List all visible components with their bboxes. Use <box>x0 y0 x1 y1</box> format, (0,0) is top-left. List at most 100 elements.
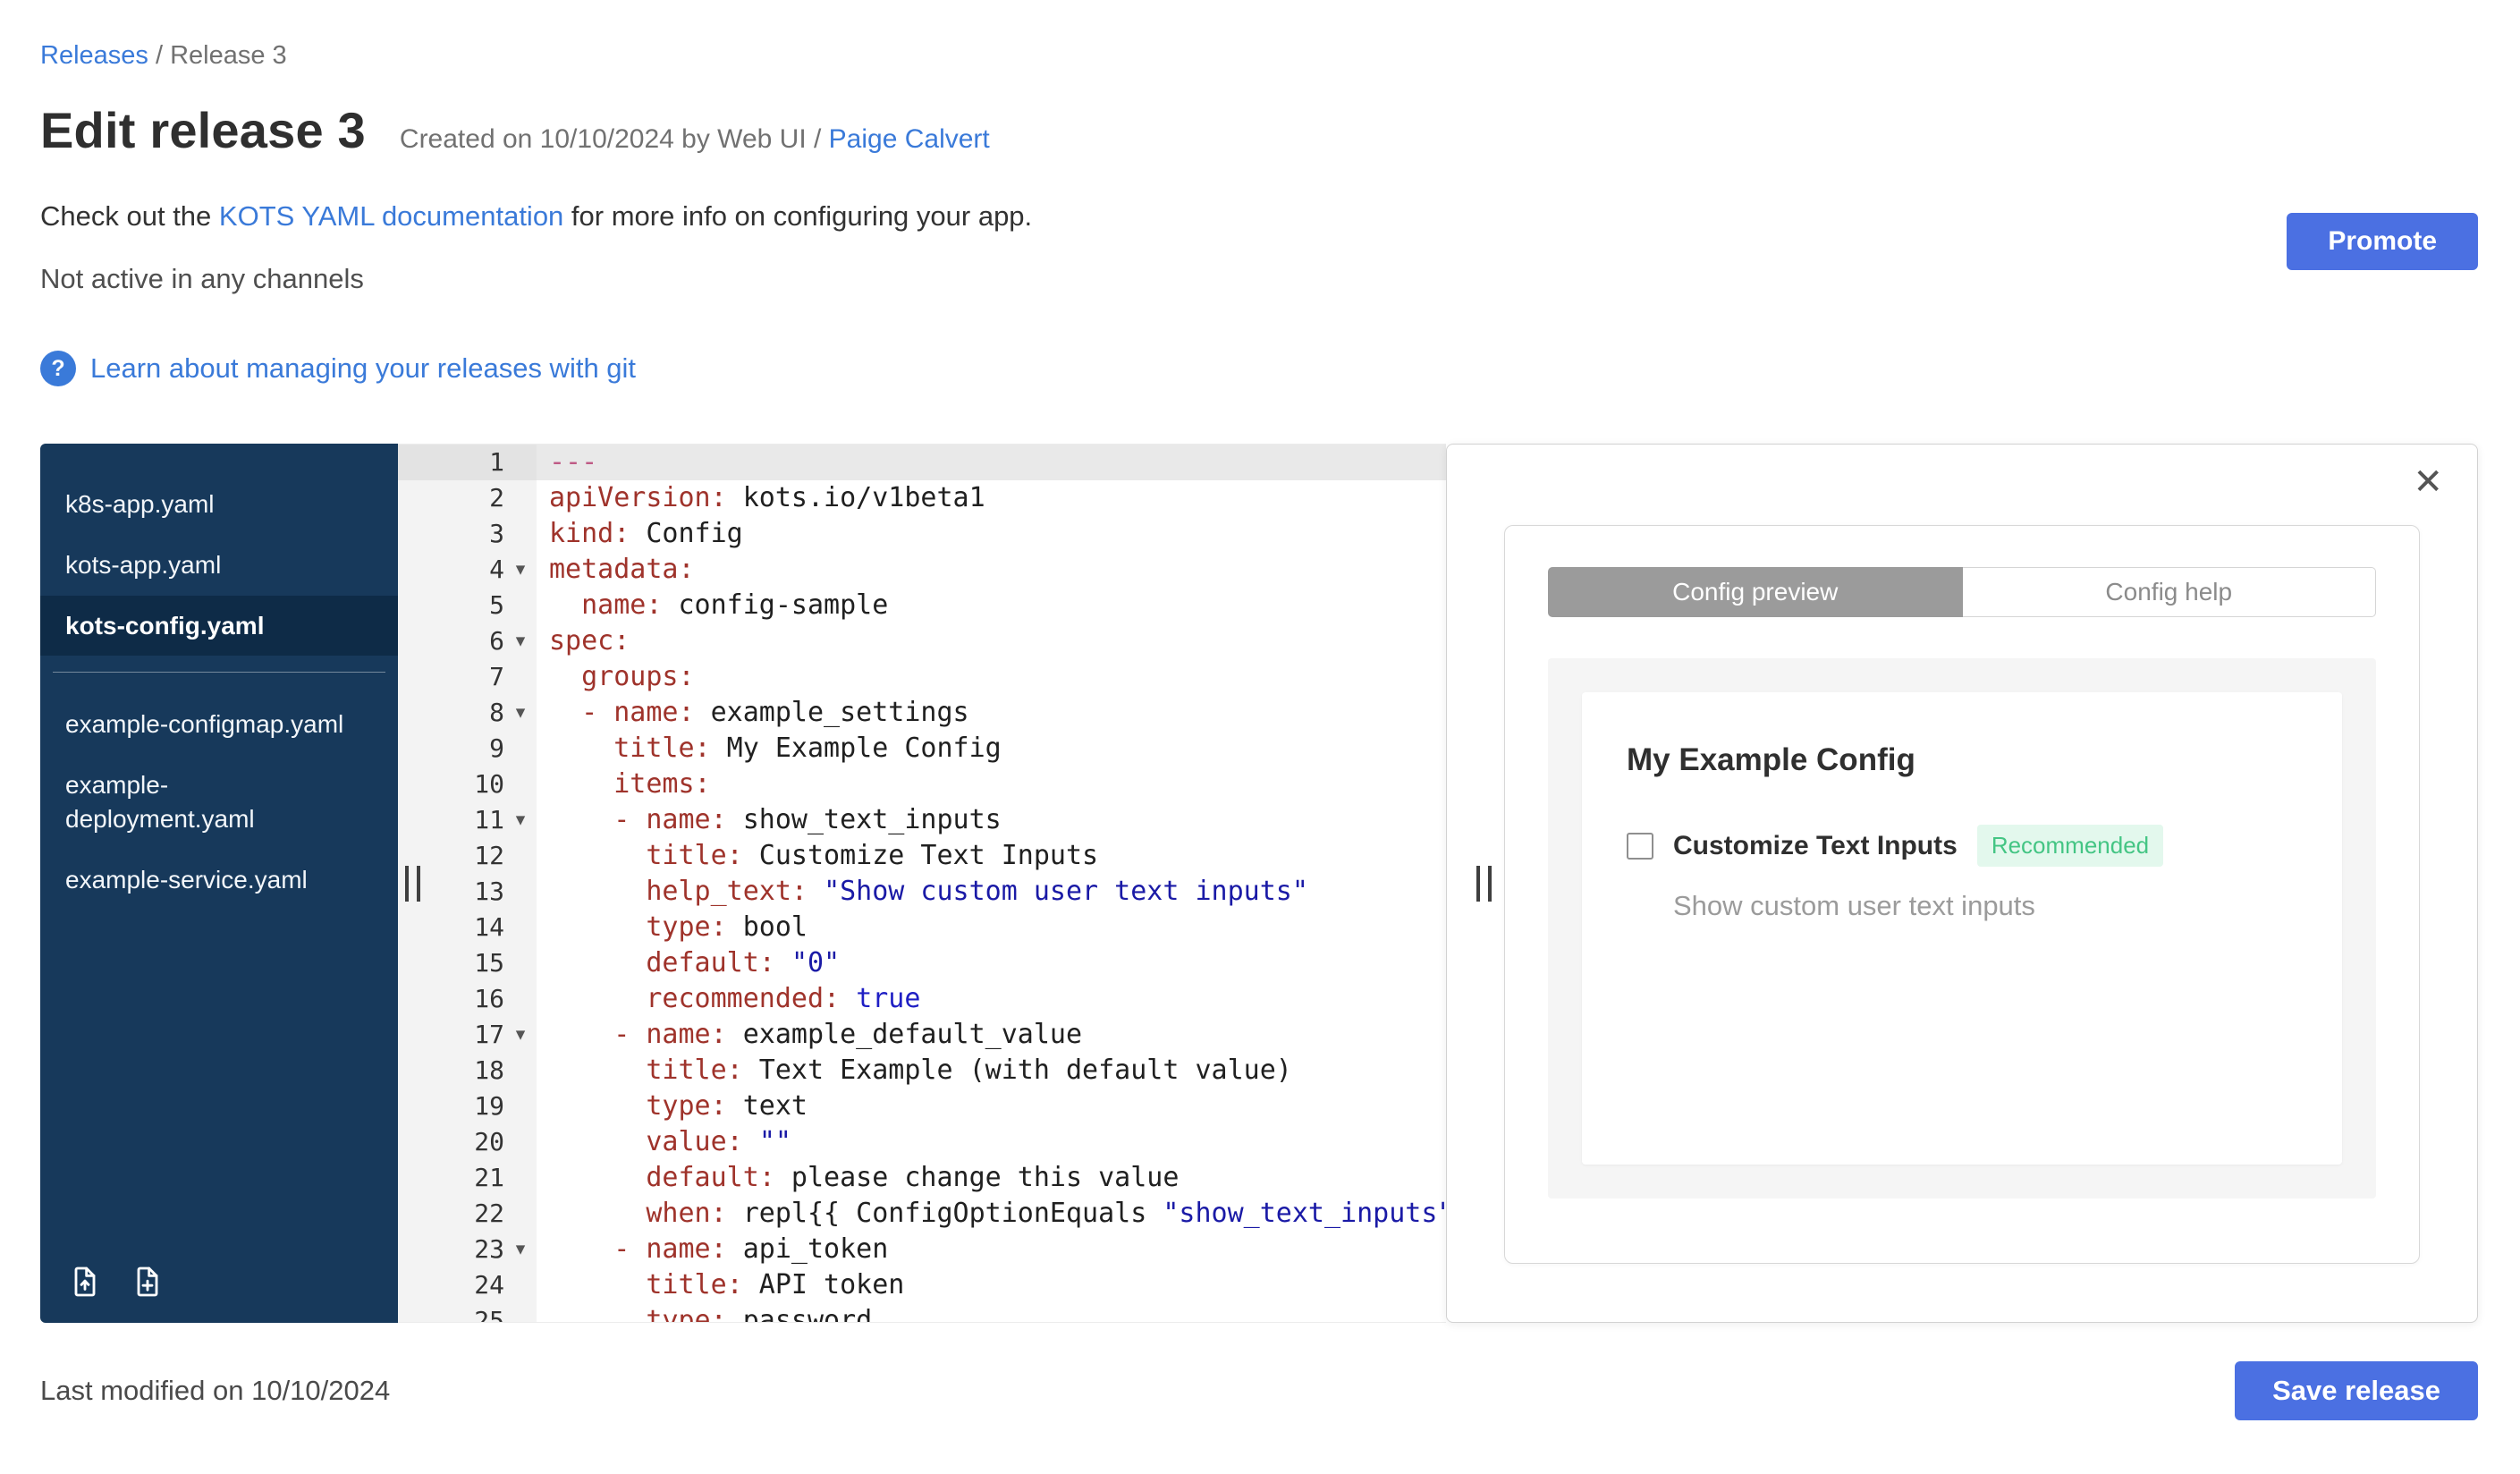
code-line-10[interactable]: 10 items: <box>398 767 1446 802</box>
code-line-8[interactable]: 8 ▾ - name: example_settings <box>398 695 1446 731</box>
config-group-title: My Example Config <box>1627 742 1915 777</box>
git-help-link[interactable]: Learn about managing your releases with … <box>90 352 636 385</box>
last-modified: Last modified on 10/10/2024 <box>40 1375 391 1406</box>
file-list-divider <box>53 672 385 673</box>
config-preview-canvas: My Example Config Customize Text Inputs … <box>1548 658 2376 1199</box>
title-row: Edit release 3 Created on 10/10/2024 by … <box>40 101 2478 159</box>
docs-suffix: for more info on configuring your app. <box>563 200 1033 232</box>
fold-arrow-icon[interactable]: ▾ <box>504 623 537 659</box>
gutter-line-18: 18 <box>398 1053 537 1089</box>
file-item-k8s-app.yaml[interactable]: k8s-app.yaml <box>40 474 398 535</box>
new-file-icon[interactable] <box>130 1264 165 1300</box>
gutter-line-8: 8 ▾ <box>398 695 537 731</box>
fold-arrow-icon[interactable]: ▾ <box>504 1232 537 1267</box>
breadcrumb-releases-link[interactable]: Releases <box>40 41 148 70</box>
code-line-24[interactable]: 24 title: API token <box>398 1267 1446 1303</box>
code-line-15[interactable]: 15 default: "0" <box>398 945 1446 981</box>
code-line-13[interactable]: 13 help_text: "Show custom user text inp… <box>398 874 1446 910</box>
fold-arrow-icon[interactable]: ▾ <box>504 1017 537 1053</box>
code-line-7[interactable]: 7 groups: <box>398 659 1446 695</box>
code-line-20[interactable]: 20 value: "" <box>398 1124 1446 1160</box>
code-line-16[interactable]: 16 recommended: true <box>398 981 1446 1017</box>
preview-tabs: Config preview Config help <box>1548 567 2376 617</box>
gutter-line-9: 9 <box>398 731 537 767</box>
code-line-25[interactable]: 25 type: password <box>398 1303 1446 1322</box>
file-item-example-configmap.yaml[interactable]: example-configmap.yaml <box>40 694 398 755</box>
sidebar-actions <box>67 1264 165 1300</box>
gutter-line-2: 2 <box>398 480 537 516</box>
fold-arrow-icon[interactable]: ▾ <box>504 802 537 838</box>
release-editor-page: Releases / Release 3 Edit release 3 Crea… <box>0 0 2520 1459</box>
code-line-4[interactable]: 4 ▾ metadata: <box>398 552 1446 588</box>
file-list-bottom: example-configmap.yaml example-deployment… <box>40 694 398 910</box>
code-line-2[interactable]: 2 apiVersion: kots.io/v1beta1 <box>398 480 1446 516</box>
created-text: Created on 10/10/2024 by Web UI / <box>399 124 829 154</box>
question-icon: ? <box>40 351 76 386</box>
gutter-line-16: 16 <box>398 981 537 1017</box>
file-item-example-deployment.yaml[interactable]: example-deployment.yaml <box>40 755 398 850</box>
fold-arrow-icon[interactable]: ▾ <box>504 552 537 588</box>
code-line-1[interactable]: 1 --- <box>398 445 1446 480</box>
code-line-17[interactable]: 17 ▾ - name: example_default_value <box>398 1017 1446 1053</box>
file-item-example-service.yaml[interactable]: example-service.yaml <box>40 850 398 911</box>
code-line-9[interactable]: 9 title: My Example Config <box>398 731 1446 767</box>
docs-line: Check out the KOTS YAML documentation fo… <box>40 200 2478 233</box>
docs-prefix: Check out the <box>40 200 219 232</box>
code-line-11[interactable]: 11 ▾ - name: show_text_inputs <box>398 802 1446 838</box>
code-line-3[interactable]: 3 kind: Config <box>398 516 1446 552</box>
yaml-editor[interactable]: 1 --- 2 apiVersion: kots.io/v1beta1 3 kind: C… <box>398 444 1446 1323</box>
config-item-row: Customize Text Inputs Recommended <box>1627 825 2297 867</box>
gutter-line-19: 19 <box>398 1089 537 1124</box>
channel-status: Not active in any channels <box>40 263 364 294</box>
release-editor: k8s-app.yaml kots-app.yaml kots-config.yam… <box>40 444 2478 1323</box>
upload-file-icon[interactable] <box>67 1264 103 1300</box>
code-lines: 1 --- 2 apiVersion: kots.io/v1beta1 3 kind: C… <box>398 445 1446 1322</box>
author-link[interactable]: Paige Calvert <box>829 124 990 154</box>
file-item-kots-app.yaml[interactable]: kots-app.yaml <box>40 535 398 596</box>
gutter-line-24: 24 <box>398 1267 537 1303</box>
preview-resize-handle[interactable] <box>1473 862 1495 905</box>
code-line-5[interactable]: 5 name: config-sample <box>398 588 1446 623</box>
gutter-line-17: 17 ▾ <box>398 1017 537 1053</box>
created-info: Created on 10/10/2024 by Web UI / Paige … <box>400 124 990 155</box>
save-release-button[interactable]: Save release <box>2235 1361 2478 1420</box>
config-item-help: Show custom user text inputs <box>1673 890 2035 921</box>
promote-button[interactable]: Promote <box>2287 213 2478 270</box>
gutter-line-1: 1 <box>398 445 537 480</box>
sidebar-resize-handle[interactable] <box>402 862 424 905</box>
code-line-19[interactable]: 19 type: text <box>398 1089 1446 1124</box>
git-help-row: ? Learn about managing your releases wit… <box>40 351 2478 386</box>
file-list-top: k8s-app.yaml kots-app.yaml kots-config.yam… <box>40 474 398 657</box>
breadcrumb-separator: / <box>148 41 171 70</box>
config-group-card: My Example Config Customize Text Inputs … <box>1582 692 2342 1165</box>
footer: Last modified on 10/10/2024 Save release <box>40 1323 2478 1459</box>
code-line-6[interactable]: 6 ▾ spec: <box>398 623 1446 659</box>
code-line-21[interactable]: 21 default: please change this value <box>398 1160 1446 1196</box>
code-line-12[interactable]: 12 title: Customize Text Inputs <box>398 838 1446 874</box>
breadcrumb: Releases / Release 3 <box>40 0 2478 71</box>
gutter-line-25: 25 <box>398 1303 537 1322</box>
gutter-line-11: 11 ▾ <box>398 802 537 838</box>
file-sidebar: k8s-app.yaml kots-app.yaml kots-config.yam… <box>40 444 398 1323</box>
breadcrumb-current: Release 3 <box>170 41 287 70</box>
code-line-18[interactable]: 18 title: Text Example (with default val… <box>398 1053 1446 1089</box>
gutter-line-21: 21 <box>398 1160 537 1196</box>
tab-config-preview[interactable]: Config preview <box>1548 567 1963 617</box>
code-line-14[interactable]: 14 type: bool <box>398 910 1446 945</box>
tab-config-help[interactable]: Config help <box>1962 567 2376 617</box>
close-icon[interactable]: ✕ <box>2413 464 2443 500</box>
code-line-22[interactable]: 22 when: repl{{ ConfigOptionEquals "show… <box>398 1196 1446 1232</box>
gutter-line-7: 7 <box>398 659 537 695</box>
code-line-23[interactable]: 23 ▾ - name: api_token <box>398 1232 1446 1267</box>
gutter-line-23: 23 ▾ <box>398 1232 537 1267</box>
config-item-label: Customize Text Inputs <box>1673 830 1958 860</box>
customize-text-inputs-checkbox[interactable] <box>1627 832 1653 860</box>
gutter-line-15: 15 <box>398 945 537 981</box>
recommended-badge: Recommended <box>1976 825 2164 867</box>
config-preview-card: Config preview Config help My Example Con… <box>1504 525 2420 1264</box>
fold-arrow-icon[interactable]: ▾ <box>504 695 537 731</box>
kots-docs-link[interactable]: KOTS YAML documentation <box>219 200 563 232</box>
gutter-line-6: 6 ▾ <box>398 623 537 659</box>
file-item-kots-config.yaml[interactable]: kots-config.yaml <box>40 595 398 657</box>
gutter-line-5: 5 <box>398 588 537 623</box>
